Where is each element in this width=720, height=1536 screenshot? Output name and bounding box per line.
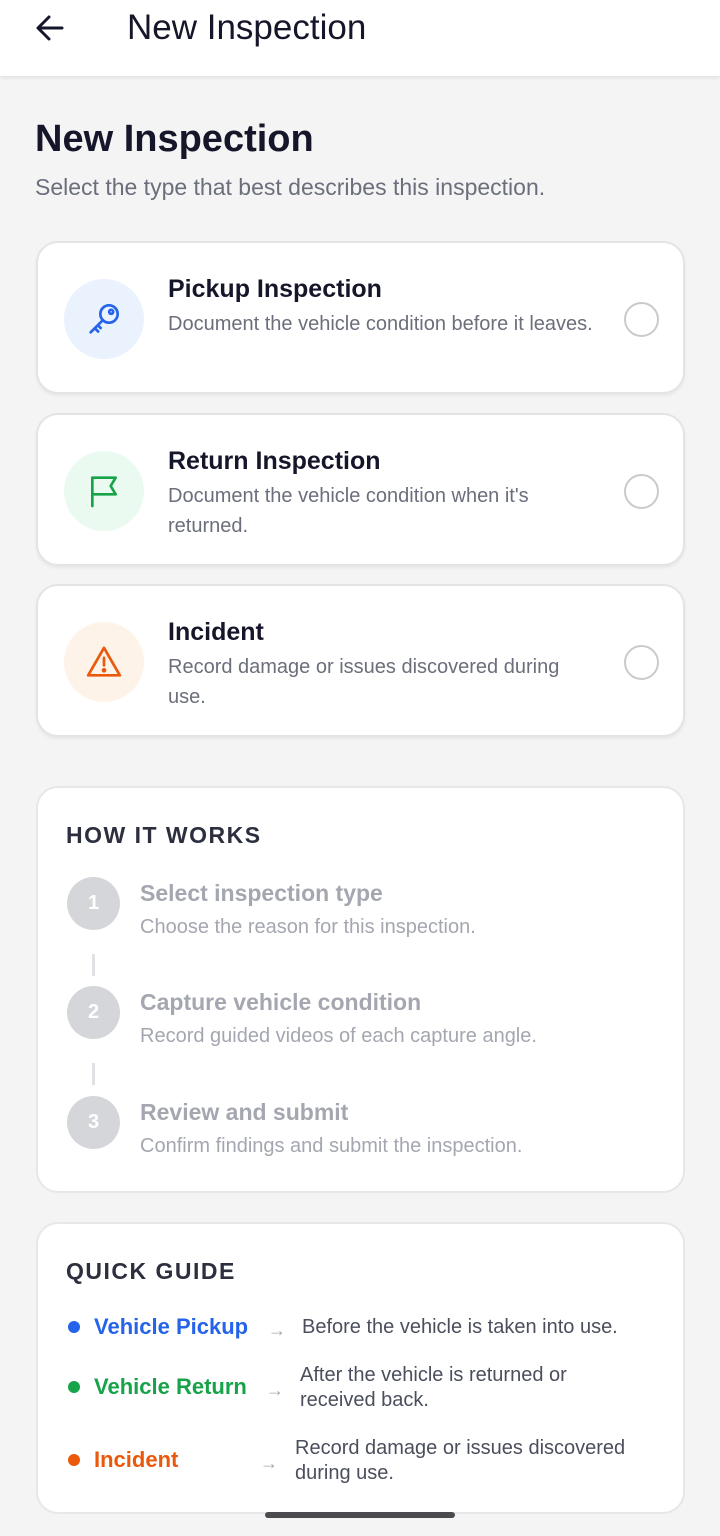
option-description: Record damage or issues discovered durin… [168, 656, 560, 708]
flag-icon [64, 451, 144, 531]
guide-description: Before the vehicle is taken into use. [302, 1316, 618, 1338]
key-icon [64, 279, 144, 359]
step-description: Confirm findings and submit the inspecti… [140, 1135, 523, 1157]
app-bar-title: New Inspection [127, 8, 367, 47]
option-description: Document the vehicle condition before it… [168, 313, 593, 335]
warning-icon [64, 622, 144, 702]
radio-button[interactable] [624, 302, 659, 337]
step-connector [92, 954, 95, 976]
guide-dot-pickup [68, 1321, 80, 1333]
arrow-left-icon [36, 15, 64, 41]
option-description: Document the vehicle condition when it's… [168, 485, 529, 537]
option-title: Return Inspection [168, 447, 381, 475]
option-pickup-inspection[interactable]: Pickup Inspection Document the vehicle c… [36, 241, 685, 394]
radio-button[interactable] [624, 474, 659, 509]
guide-dot-incident [68, 1454, 80, 1466]
guide-description: Record damage or issues discovered durin… [295, 1437, 626, 1484]
radio-button[interactable] [624, 645, 659, 680]
option-incident[interactable]: Incident Record damage or issues discove… [36, 584, 685, 737]
guide-label: Vehicle Return [94, 1374, 247, 1399]
step-title: Select inspection type [140, 880, 383, 906]
step-title: Review and submit [140, 1099, 349, 1125]
how-it-works-heading: HOW IT WORKS [66, 822, 262, 848]
option-title: Pickup Inspection [168, 275, 382, 303]
step-number: 1 [67, 877, 120, 930]
guide-label: Vehicle Pickup [94, 1314, 249, 1339]
quick-guide-panel: QUICK GUIDE Vehicle Pickup → Before the … [36, 1222, 685, 1514]
back-button[interactable] [24, 4, 76, 52]
step-connector [92, 1063, 95, 1085]
step-description: Record guided videos of each capture ang… [140, 1025, 537, 1047]
quick-guide-heading: QUICK GUIDE [66, 1258, 236, 1284]
guide-description: After the vehicle is returned or receive… [300, 1364, 567, 1411]
step-number: 3 [67, 1096, 120, 1149]
page-subtitle: Select the type that best describes this… [35, 174, 546, 200]
home-indicator[interactable] [265, 1512, 455, 1518]
step-number: 2 [67, 986, 120, 1039]
arrow-right-icon: → [268, 1320, 286, 1340]
page-title: New Inspection [35, 118, 314, 160]
arrow-right-icon: → [260, 1453, 278, 1473]
option-return-inspection[interactable]: Return Inspection Document the vehicle c… [36, 413, 685, 566]
arrow-right-icon: → [266, 1380, 284, 1400]
step-description: Choose the reason for this inspection. [140, 916, 476, 938]
guide-label: Incident [94, 1447, 179, 1472]
step-title: Capture vehicle condition [140, 989, 422, 1015]
app-bar: New Inspection [0, 0, 720, 76]
guide-dot-return [68, 1381, 80, 1393]
option-title: Incident [168, 618, 264, 646]
how-it-works-panel: HOW IT WORKS 1 Select inspection type Ch… [36, 786, 685, 1193]
